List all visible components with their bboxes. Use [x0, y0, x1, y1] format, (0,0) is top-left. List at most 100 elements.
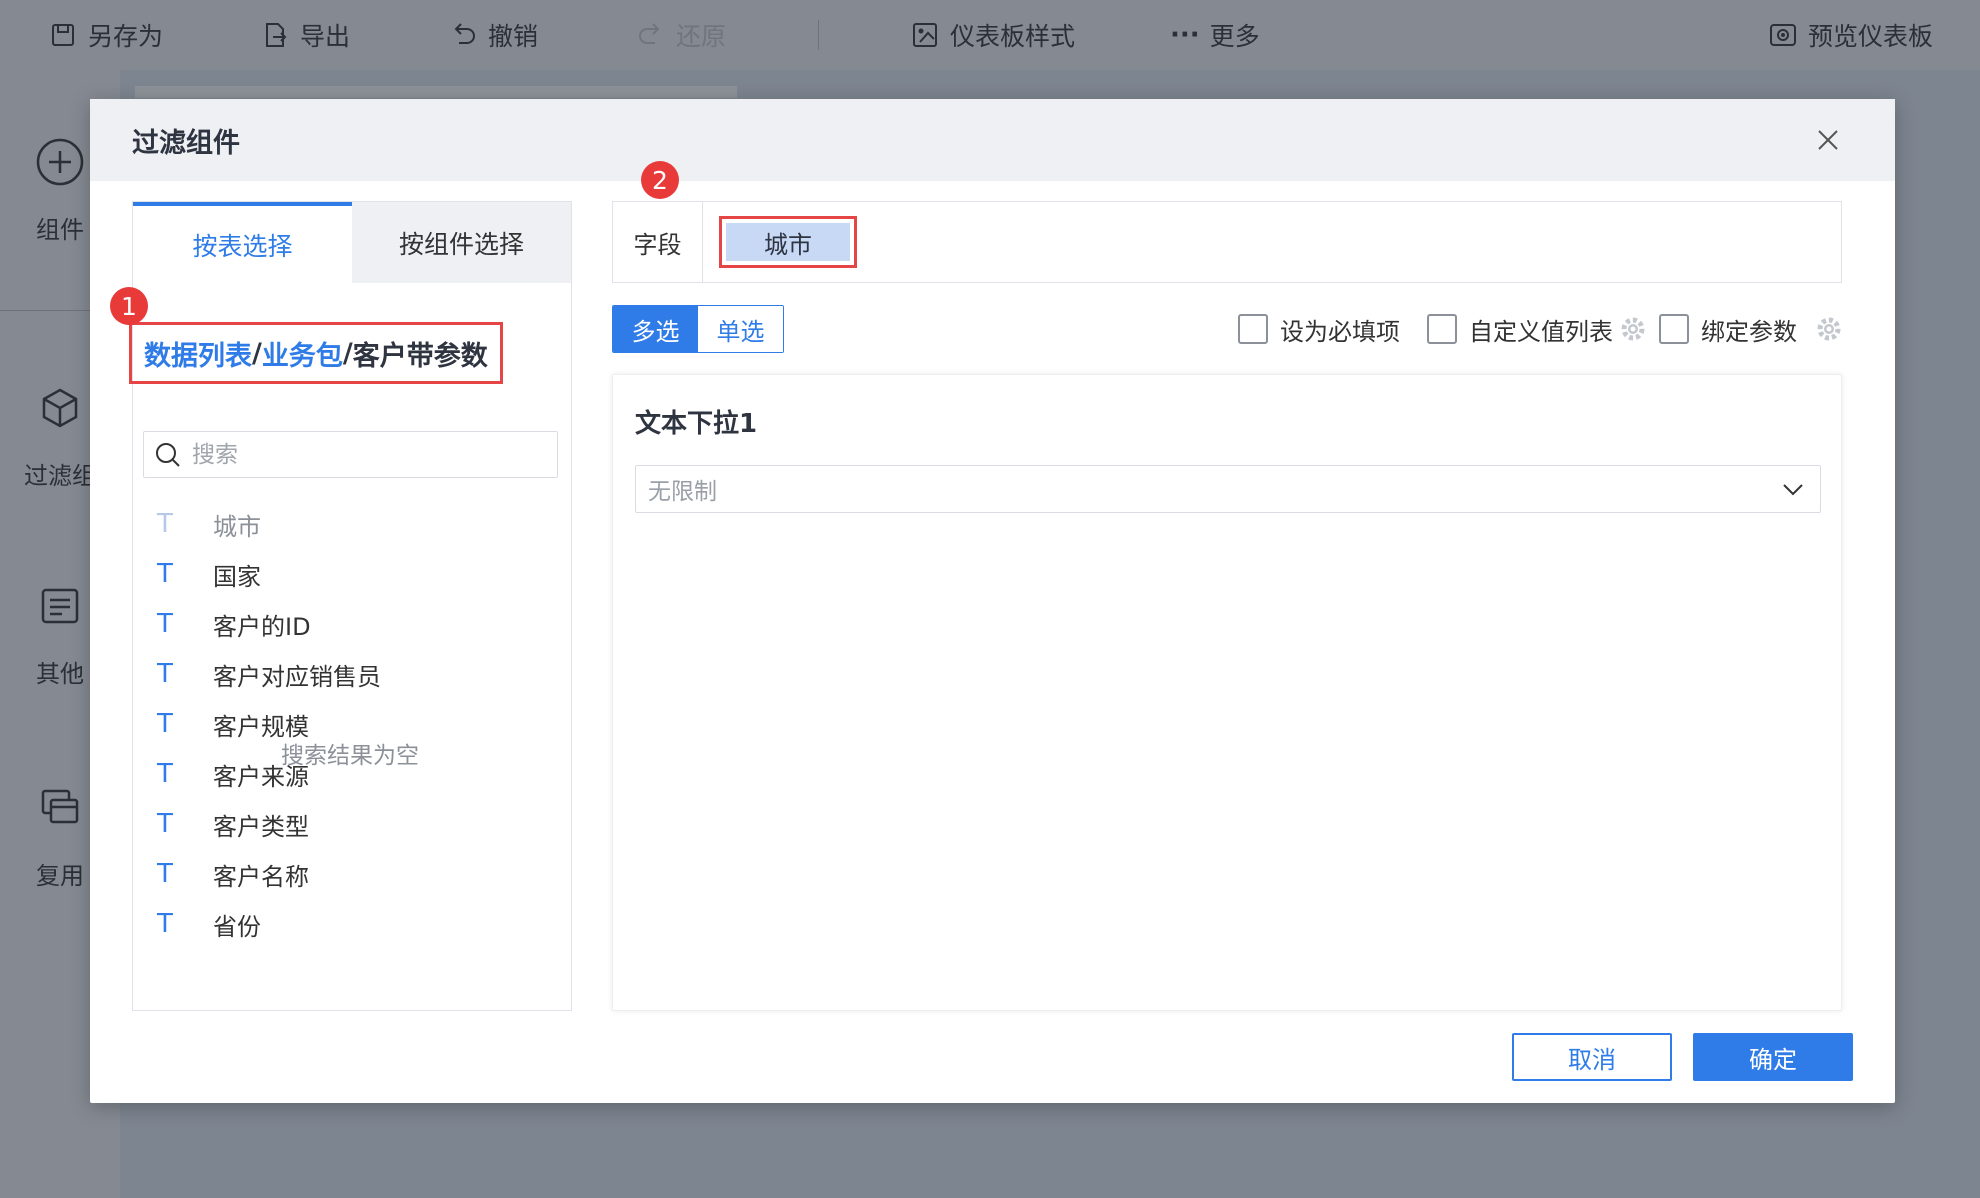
field-name: 城市 [213, 512, 261, 541]
export-label: 导出 [300, 22, 351, 51]
field-name: 客户对应销售员 [213, 662, 381, 691]
text-type-icon: T [157, 709, 173, 739]
multi-select-button[interactable]: 多选 [613, 306, 698, 352]
more-icon: ··· [1170, 20, 1200, 50]
save-icon [52, 24, 74, 46]
dialog-title: 过滤组件 [132, 128, 240, 159]
text-dropdown-select[interactable]: 无限制 [635, 465, 1821, 513]
list-item[interactable]: T 客户的ID [157, 599, 557, 649]
chevron-down-icon [1783, 484, 1803, 496]
list-item[interactable]: T 客户对应销售员 [157, 649, 557, 699]
undo-label: 撤销 [488, 22, 539, 51]
breadcrumb-data-list[interactable]: 数据列表 [144, 334, 252, 373]
breadcrumb: 数据列表 / 业务包 / 客户带参数 [129, 322, 503, 384]
more-button[interactable]: ··· 更多 [1170, 0, 1260, 70]
field-label: 字段 [613, 202, 703, 282]
step-badge-1: 1 [110, 287, 148, 325]
top-toolbar: 另存为 导出 撤销 还原 仪表板样式 ··· 更多 预览仪表板 [0, 0, 1980, 70]
required-label: 设为必填项 [1280, 317, 1400, 346]
required-checkbox[interactable] [1238, 314, 1268, 344]
breadcrumb-business-package[interactable]: 业务包 [262, 334, 343, 373]
filter-component-dialog: 过滤组件 按表选择 按组件选择 数据列表 / 业务包 / 客户带参数 T 城市 [90, 99, 1895, 1103]
search-input[interactable] [192, 441, 532, 468]
step-badge-2: 2 [641, 161, 679, 199]
canvas-widget-placeholder [135, 86, 737, 98]
field-name: 客户的ID [213, 612, 311, 641]
sidebar-item-label: 过滤组 [24, 462, 96, 490]
dialog-header: 过滤组件 [90, 99, 1895, 181]
field-name: 客户名称 [213, 862, 309, 891]
undo-button[interactable]: 撤销 [448, 0, 538, 70]
cancel-button[interactable]: 取消 [1512, 1033, 1672, 1081]
close-icon [1818, 130, 1838, 150]
text-type-icon: T [157, 759, 173, 789]
text-type-icon: T [157, 809, 173, 839]
empty-result-text: 搜索结果为空 [281, 743, 419, 769]
selected-field-chip[interactable]: 城市 [726, 223, 850, 261]
filter-preview-panel: 文本下拉1 无限制 [612, 374, 1842, 1011]
single-select-button[interactable]: 单选 [698, 306, 783, 352]
document-icon [34, 580, 86, 632]
text-type-icon: T [157, 559, 173, 589]
select-value: 无限制 [648, 479, 717, 505]
bind-param-checkbox[interactable] [1659, 314, 1689, 344]
undo-icon [454, 23, 475, 44]
field-name: 省份 [213, 912, 261, 941]
dashboard-style-label: 仪表板样式 [950, 22, 1076, 51]
redo-label: 还原 [676, 22, 727, 51]
preview-dashboard-button[interactable]: 预览仪表板 [1768, 0, 1933, 70]
dashboard-style-button[interactable]: 仪表板样式 [910, 0, 1075, 70]
text-type-icon: T [157, 909, 173, 939]
required-option[interactable]: 设为必填项 [1238, 311, 1400, 347]
field-list: T 城市 T 国家 T 客户的ID T 客户对应销售员 T 客户规模 T 客户来… [157, 499, 557, 949]
text-type-icon: T [157, 859, 173, 889]
selection-mode-switch: 多选 单选 [612, 305, 784, 353]
sidebar-item-label: 复用 [36, 862, 84, 890]
more-label: 更多 [1209, 22, 1260, 51]
search-icon [156, 443, 180, 467]
field-name: 客户类型 [213, 812, 309, 841]
eye-icon [1770, 24, 1796, 46]
tab-by-component[interactable]: 按组件选择 [352, 202, 571, 283]
list-item[interactable]: T 城市 [157, 499, 557, 549]
field-drop-row: 字段 城市 [612, 201, 1842, 283]
field-name: 国家 [213, 562, 261, 591]
custom-values-option[interactable]: 自定义值列表 [1427, 311, 1647, 347]
list-item[interactable]: T 省份 [157, 899, 557, 949]
breadcrumb-current-table: 客户带参数 [352, 340, 488, 372]
text-type-icon: T [157, 659, 173, 689]
close-button[interactable] [1811, 123, 1845, 157]
gear-icon[interactable] [1619, 315, 1647, 343]
export-icon [266, 23, 287, 47]
redo-icon [639, 23, 660, 44]
preview-title: 文本下拉1 [635, 409, 758, 439]
confirm-button[interactable]: 确定 [1693, 1033, 1853, 1081]
bind-param-option[interactable]: 绑定参数 [1659, 311, 1843, 347]
save-as-label: 另存为 [88, 22, 164, 51]
export-button[interactable]: 导出 [260, 0, 350, 70]
field-source-panel: 按表选择 按组件选择 数据列表 / 业务包 / 客户带参数 T 城市 T 国家 … [129, 201, 572, 1011]
text-type-icon: T [157, 609, 173, 639]
custom-values-checkbox[interactable] [1427, 314, 1457, 344]
bind-param-label: 绑定参数 [1701, 317, 1797, 346]
selected-field-highlight: 城市 [719, 216, 857, 268]
list-item[interactable]: T 国家 [157, 549, 557, 599]
save-as-button[interactable]: 另存为 [48, 0, 163, 70]
custom-values-label: 自定义值列表 [1469, 317, 1613, 346]
redo-button[interactable]: 还原 [636, 0, 726, 70]
sidebar-item-label: 组件 [36, 216, 84, 244]
list-item[interactable]: T 客户类型 [157, 799, 557, 849]
breadcrumb-separator: / [252, 337, 262, 369]
field-search-box[interactable] [143, 431, 558, 478]
source-tabs: 按表选择 按组件选择 [133, 202, 571, 283]
gear-icon[interactable] [1815, 315, 1843, 343]
list-item[interactable]: T 客户名称 [157, 849, 557, 899]
palette-icon [913, 23, 937, 47]
plus-circle-icon [34, 136, 86, 188]
text-type-icon: T [157, 509, 173, 539]
breadcrumb-separator: / [342, 337, 353, 369]
toolbar-divider [818, 20, 819, 50]
preview-dashboard-label: 预览仪表板 [1808, 22, 1934, 51]
tab-by-table[interactable]: 按表选择 [133, 202, 352, 283]
cube-icon [34, 382, 86, 434]
